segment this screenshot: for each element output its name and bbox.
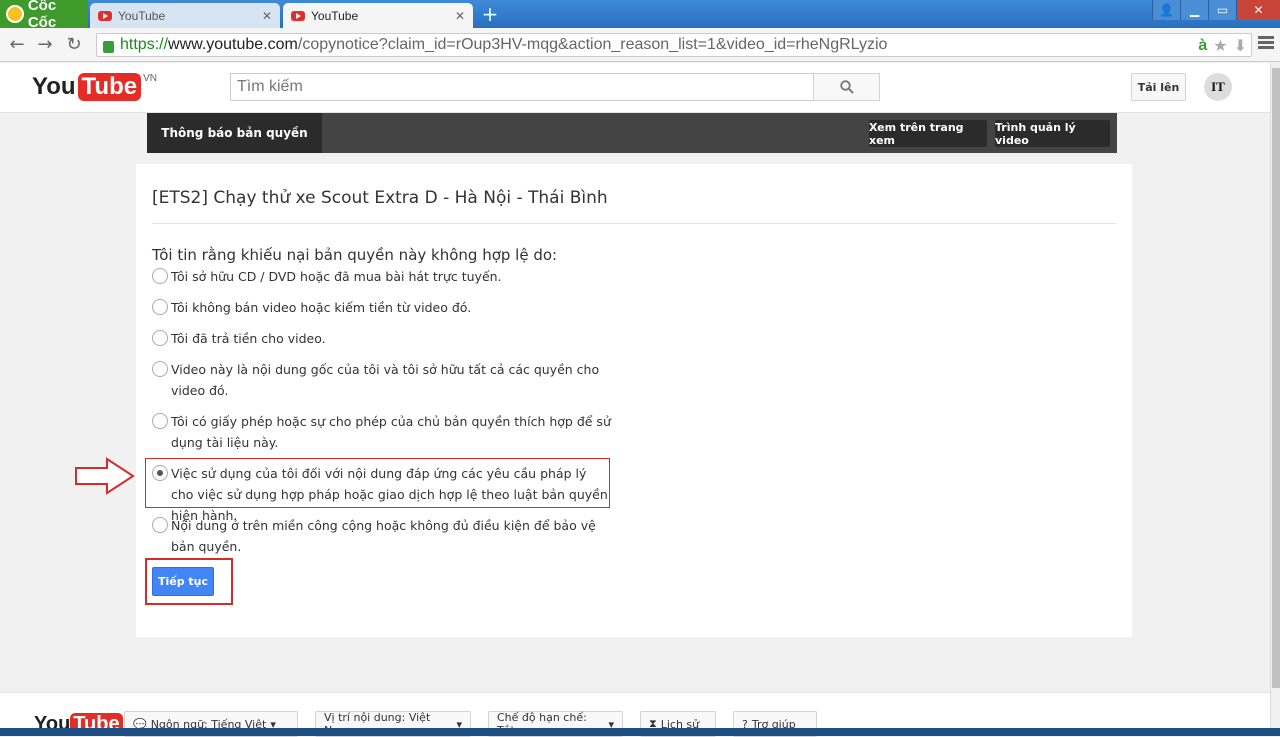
annotation-highlight-box [145,458,610,508]
continue-button[interactable]: Tiếp tục [152,567,214,596]
download-icon[interactable]: ⬇ [1234,36,1247,56]
maximize-icon[interactable]: ▭ [1208,0,1236,20]
lock-icon [103,41,114,53]
option-label: Tôi đã trả tiền cho video. [171,331,326,346]
annotation-arrow-icon [75,457,135,495]
search-button[interactable] [813,73,880,101]
video-manager-button[interactable]: Trình quản lý video [995,120,1110,147]
logo-tube: Tube [77,73,142,101]
watch-page-button[interactable]: Xem trên trang xem [869,120,987,147]
radio-button[interactable] [152,413,168,429]
dispute-prompt: Tôi tin rằng khiếu nại bản quyền này khô… [152,246,558,264]
radio-button[interactable] [152,299,168,315]
url-scheme: https:// [120,36,169,53]
tab-close-icon[interactable]: ✕ [262,9,272,23]
new-tab-icon[interactable]: + [480,4,500,24]
scrollbar-thumb[interactable] [1272,68,1280,688]
youtube-logo[interactable]: You Tube VN [32,73,157,101]
avatar[interactable]: IT [1204,73,1232,101]
search-icon [839,80,854,94]
reason-option-4[interactable]: Video này là nội dung gốc của tôi và tôi… [152,359,612,401]
tab-close-icon[interactable]: ✕ [455,9,465,23]
reason-option-1[interactable]: Tôi sở hữu CD / DVD hoặc đã mua bài hát … [152,266,612,287]
coccoc-brand: Cốc Cốc [27,0,57,31]
url-host: www.youtube.com [168,36,298,53]
window-close-icon[interactable]: ✕ [1236,0,1280,20]
radio-button[interactable] [152,517,168,533]
youtube-header: You Tube VN Tìm kiếm Tải lên IT [0,63,1270,113]
copyright-bar: Thông báo bản quyền Xem trên trang xem T… [147,113,1117,153]
option-label: Tôi không bán video hoặc kiếm tiền từ vi… [171,300,472,315]
option-label: Nội dung ở trên miền công cộng hoặc khôn… [171,518,596,554]
scrollbar[interactable] [1270,63,1280,736]
divider [152,223,1116,224]
forward-icon[interactable]: → [34,34,56,56]
tab-title: YouTube [118,8,166,23]
dispute-card: [ETS2] Chạy thử xe Scout Extra D - Hà Nộ… [136,164,1132,637]
reason-option-7[interactable]: Nội dung ở trên miền công cộng hoặc khôn… [152,515,612,557]
reason-option-2[interactable]: Tôi không bán video hoặc kiếm tiền từ vi… [152,297,612,318]
tab-title: YouTube [311,8,359,23]
radio-button[interactable] [152,361,168,377]
window-controls: 👤 ▁ ▭ ✕ [1152,0,1280,20]
upload-button[interactable]: Tải lên [1131,73,1186,101]
menu-icon[interactable] [1258,36,1274,52]
browser-tab-1[interactable]: YouTube ✕ [90,3,280,28]
option-label: Tôi sở hữu CD / DVD hoặc đã mua bài hát … [171,269,502,284]
search-input[interactable]: Tìm kiếm [230,73,814,101]
option-label: Video này là nội dung gốc của tôi và tôi… [171,362,600,398]
back-icon[interactable]: ← [6,34,28,56]
os-taskbar [0,728,1280,736]
reload-icon[interactable]: ↻ [63,34,85,56]
coccoc-logo[interactable]: Cốc Cốc [0,0,88,31]
reason-option-3[interactable]: Tôi đã trả tiền cho video. [152,328,612,349]
youtube-favicon-icon [291,10,305,21]
coccoc-icon [6,5,24,23]
radio-button[interactable] [152,268,168,284]
option-label: Tôi có giấy phép hoặc sự cho phép của ch… [171,414,611,450]
radio-button[interactable] [152,330,168,346]
country-code: VN [143,73,157,84]
star-icon[interactable]: ★ [1213,36,1227,56]
logo-you: You [32,73,76,100]
minimize-icon[interactable]: ▁ [1180,0,1208,20]
user-icon[interactable]: 👤 [1152,0,1180,20]
video-title: [ETS2] Chạy thử xe Scout Extra D - Hà Nộ… [152,188,608,208]
address-bar[interactable]: https://www.youtube.com/copynotice?claim… [96,33,1252,57]
adblock-icon[interactable]: à [1198,37,1207,55]
youtube-favicon-icon [98,10,112,21]
url-path: /copynotice?claim_id=rOup3HV-mqg&action_… [297,36,888,53]
browser-toolbar: ← → ↻ https://www.youtube.com/copynotice… [0,28,1280,62]
browser-titlebar: Cốc Cốc YouTube ✕ YouTube ✕ + 👤 ▁ ▭ ✕ [0,0,1280,31]
browser-tab-2[interactable]: YouTube ✕ [283,3,473,28]
copyright-bar-title: Thông báo bản quyền [147,113,322,153]
reason-option-5[interactable]: Tôi có giấy phép hoặc sự cho phép của ch… [152,411,612,453]
